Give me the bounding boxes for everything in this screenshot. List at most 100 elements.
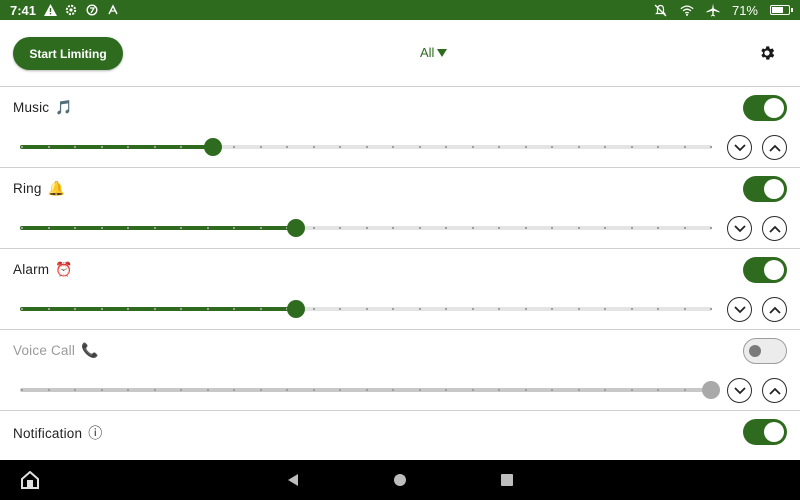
volume-down-button[interactable] bbox=[727, 135, 752, 160]
slider-tick bbox=[498, 146, 500, 148]
recents-icon[interactable] bbox=[501, 474, 513, 486]
battery-percent: 71% bbox=[731, 2, 758, 18]
slider-fill bbox=[20, 226, 297, 230]
volume-up-button[interactable] bbox=[762, 297, 787, 322]
stream-toggle[interactable] bbox=[743, 338, 787, 364]
volume-down-button[interactable] bbox=[727, 378, 752, 403]
wifi-icon bbox=[680, 3, 694, 17]
volume-up-button[interactable] bbox=[762, 135, 787, 160]
slider-tick bbox=[471, 308, 474, 310]
slider-tick bbox=[153, 308, 156, 310]
volume-up-button[interactable] bbox=[762, 216, 787, 241]
stream-name: Music bbox=[13, 100, 50, 115]
stream-label: Ring 🔔 bbox=[13, 180, 65, 197]
slider-tick bbox=[524, 308, 527, 310]
slider-tick bbox=[206, 227, 209, 229]
back-icon[interactable] bbox=[288, 474, 298, 486]
home-icon[interactable] bbox=[394, 474, 406, 486]
slider-tick bbox=[683, 308, 686, 310]
slider-tick bbox=[392, 389, 394, 391]
slider-tick bbox=[365, 146, 368, 148]
slider-tick bbox=[445, 227, 447, 229]
slider-tick bbox=[577, 389, 580, 391]
stream-name: Voice Call bbox=[13, 343, 76, 358]
chevron-up-icon bbox=[768, 382, 781, 400]
slider-tick bbox=[577, 308, 580, 310]
slider-tick bbox=[551, 389, 553, 391]
slider-tick bbox=[630, 308, 633, 310]
slider-tick bbox=[604, 227, 606, 229]
chevron-up-icon bbox=[768, 220, 781, 238]
slider-tick bbox=[630, 227, 633, 229]
slider-tick bbox=[498, 389, 500, 391]
stream-toggle[interactable] bbox=[743, 95, 787, 121]
slider-tick bbox=[577, 227, 580, 229]
start-limiting-button[interactable]: Start Limiting bbox=[13, 37, 123, 70]
slider-tick bbox=[47, 389, 50, 391]
slider-tick bbox=[630, 389, 633, 391]
slider-tick bbox=[471, 227, 474, 229]
slider-tick bbox=[233, 389, 235, 391]
slider-tick bbox=[127, 389, 129, 391]
settings-gear-icon bbox=[64, 3, 78, 17]
slider-tick bbox=[312, 389, 315, 391]
warning-icon bbox=[43, 3, 57, 17]
chevron-up-icon bbox=[768, 301, 781, 319]
slider-thumb[interactable] bbox=[203, 138, 222, 156]
slider-tick bbox=[604, 389, 606, 391]
filter-label: All bbox=[420, 45, 435, 60]
slider-tick bbox=[683, 227, 686, 229]
volume-slider[interactable] bbox=[20, 219, 712, 237]
volume-down-button[interactable] bbox=[727, 297, 752, 322]
slider-fill bbox=[20, 307, 297, 311]
gear-icon[interactable] bbox=[758, 44, 776, 62]
toggle-knob bbox=[764, 260, 784, 280]
stream-label: Music 🎵 bbox=[13, 99, 73, 116]
stream-toggle[interactable] bbox=[743, 257, 787, 283]
slider-tick bbox=[471, 146, 474, 148]
slider-tick bbox=[259, 389, 262, 391]
slider-tick bbox=[604, 146, 606, 148]
slider-tick bbox=[392, 146, 394, 148]
slider-tick bbox=[683, 146, 686, 148]
slider-tick bbox=[604, 308, 606, 310]
home-app-icon[interactable] bbox=[20, 470, 40, 489]
stream-label: Alarm ⏰ bbox=[13, 261, 73, 278]
slider-tick bbox=[206, 389, 209, 391]
slider-tick bbox=[21, 308, 23, 310]
slider-tick bbox=[339, 227, 341, 229]
slider-tick bbox=[365, 308, 368, 310]
slider-tick bbox=[74, 389, 76, 391]
volume-down-button[interactable] bbox=[727, 216, 752, 241]
slider-thumb[interactable] bbox=[286, 300, 305, 318]
stream-toggle[interactable] bbox=[743, 419, 787, 445]
slider-thumb[interactable] bbox=[702, 381, 720, 399]
slider-tick bbox=[153, 227, 156, 229]
stream-toggle[interactable] bbox=[743, 176, 787, 202]
volume-slider[interactable] bbox=[20, 300, 712, 318]
slider-tick bbox=[392, 308, 394, 310]
chevron-down-icon bbox=[733, 220, 746, 238]
volume-slider[interactable] bbox=[20, 381, 720, 399]
chevron-down-icon bbox=[733, 301, 746, 319]
slider-tick bbox=[233, 308, 235, 310]
stream-emoji-icon: 📞 bbox=[81, 342, 99, 358]
slider-tick bbox=[339, 146, 341, 148]
stream-row-voice-call: Voice Call 📞 bbox=[0, 329, 800, 409]
chevron-up-icon bbox=[768, 139, 781, 157]
volume-up-button[interactable] bbox=[762, 378, 787, 403]
slider-thumb[interactable] bbox=[286, 219, 305, 237]
airplane-mode-icon bbox=[706, 3, 720, 17]
slider-tick bbox=[180, 146, 182, 148]
filter-dropdown[interactable]: All bbox=[420, 45, 448, 60]
slider-tick bbox=[524, 227, 527, 229]
slider-tick bbox=[445, 308, 447, 310]
volume-slider[interactable] bbox=[20, 138, 712, 156]
slider-tick bbox=[683, 389, 686, 391]
stream-name: Alarm bbox=[13, 262, 50, 277]
slider-tick bbox=[657, 227, 659, 229]
slider-tick bbox=[47, 227, 50, 229]
slider-tick bbox=[47, 308, 50, 310]
slider-tick bbox=[339, 308, 341, 310]
stream-emoji-icon: 🔔 bbox=[47, 180, 66, 196]
